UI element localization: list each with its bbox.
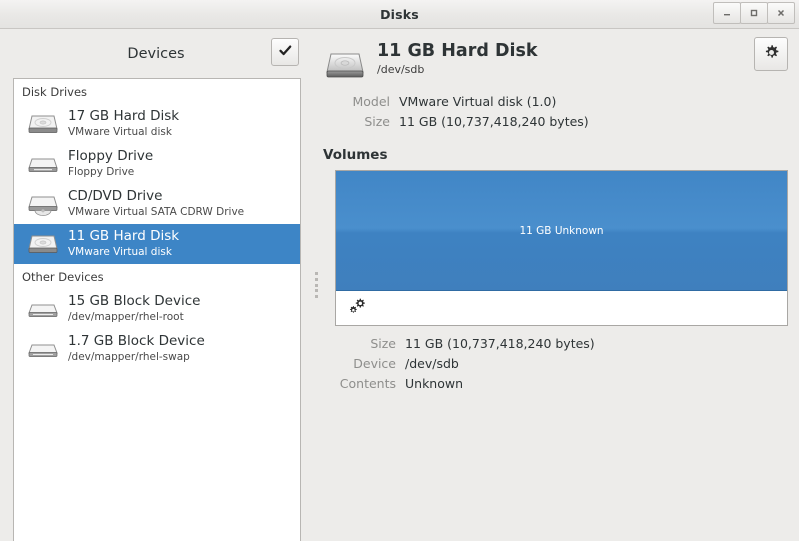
device-item-name: 1.7 GB Block Device [68, 333, 205, 350]
title-bar: Disks [0, 0, 799, 29]
splitter-grip-icon [315, 272, 318, 298]
devices-header: Devices [0, 29, 312, 78]
device-item-text: 15 GB Block Device/dev/mapper/rhel-root [68, 294, 200, 324]
disk-settings-button[interactable] [754, 37, 788, 71]
property-key: Model [352, 94, 390, 109]
device-item-text: Floppy Drive Floppy Drive [68, 149, 153, 179]
device-item-name: 11 GB Hard Disk [68, 228, 180, 245]
property-key: Size [370, 336, 396, 351]
minimize-button[interactable] [713, 2, 741, 24]
property-value: 11 GB (10,737,418,240 bytes) [399, 114, 589, 129]
block-device-icon [26, 335, 60, 363]
maximize-button[interactable] [740, 2, 768, 24]
device-item-text: 17 GB Hard Disk VMware Virtual disk [68, 109, 179, 139]
checkmark-button[interactable] [271, 38, 299, 66]
volume-segment[interactable]: 11 GB Unknown [336, 171, 787, 291]
device-list-item[interactable]: Floppy Drive Floppy Drive [14, 144, 300, 184]
device-list[interactable]: Disk Drives 17 GB Hard Disk VMware Virtual… [13, 78, 301, 541]
device-item-subtitle: VMware Virtual disk [68, 245, 172, 258]
property-row: Size 11 GB (10,737,418,240 bytes) [323, 114, 788, 129]
property-value: Unknown [405, 376, 464, 391]
devices-title: Devices [127, 45, 185, 62]
device-list-item[interactable]: 17 GB Hard Disk VMware Virtual disk [14, 104, 300, 144]
device-group-label: Disk Drives [22, 85, 88, 99]
disk-title: 11 GB Hard Disk [377, 41, 538, 61]
device-group-label: Other Devices [22, 270, 104, 284]
property-key: Size [364, 114, 390, 129]
device-item-subtitle: VMware Virtual SATA CDRW Drive [68, 205, 245, 218]
window-title: Disks [380, 6, 419, 22]
gear-icon [763, 44, 780, 65]
checkmark-icon [278, 43, 293, 62]
window-controls [713, 2, 795, 24]
disk-header-text: 11 GB Hard Disk /dev/sdb [377, 41, 538, 77]
device-item-text: 11 GB Hard Disk VMware Virtual disk [68, 229, 179, 259]
property-key: Contents [339, 376, 396, 391]
disk-properties: Model VMware Virtual disk (1.0) Size 11 GB … [321, 94, 788, 129]
disk-device-path: /dev/sdb [377, 63, 425, 77]
device-item-name: CD/DVD Drive [68, 188, 163, 205]
volume-toolbar [336, 291, 787, 325]
volumes-box: 11 GB Unknown [335, 170, 788, 326]
device-list-item[interactable]: 1.7 GB Block Device/dev/mapper/rhel-swap [14, 329, 300, 369]
property-key: Device [353, 356, 396, 371]
device-item-name: Floppy Drive [68, 148, 154, 165]
device-item-subtitle: VMware Virtual disk [68, 125, 172, 138]
hard-disk-icon [26, 230, 60, 258]
device-item-text: 1.7 GB Block Device/dev/mapper/rhel-swap [68, 334, 205, 364]
device-item-name: 15 GB Block Device [68, 293, 201, 310]
device-item-subtitle: /dev/mapper/rhel-root [68, 310, 184, 323]
device-item-subtitle: /dev/mapper/rhel-swap [68, 350, 190, 363]
device-list-item[interactable]: CD/DVD Drive VMware Virtual SATA CDRW Dri… [14, 184, 300, 224]
device-item-name: 17 GB Hard Disk [68, 108, 180, 125]
device-list-item[interactable]: 11 GB Hard Disk VMware Virtual disk [14, 224, 300, 264]
property-value: 11 GB (10,737,418,240 bytes) [405, 336, 595, 351]
property-value: VMware Virtual disk (1.0) [399, 94, 557, 109]
property-row: Contents Unknown [323, 376, 788, 391]
gears-icon[interactable] [348, 297, 366, 319]
window-body: Devices Disk Drives 17 GB Hard Disk VMware… [0, 29, 799, 541]
pane-splitter[interactable] [312, 29, 321, 541]
block-device-icon [26, 295, 60, 323]
disk-header: 11 GB Hard Disk /dev/sdb [321, 29, 788, 85]
volume-properties: Size 11 GB (10,737,418,240 bytes) Device/d… [321, 336, 788, 391]
volumes-heading: Volumes [323, 147, 388, 163]
device-item-subtitle: Floppy Drive [68, 165, 135, 178]
disk-detail-pane: 11 GB Hard Disk /dev/sdb Model VMware Vir… [321, 29, 799, 541]
disks-application-window: Disks Devices Disk Drives 17 GB Hard Dis… [0, 0, 799, 541]
property-row: Model VMware Virtual disk (1.0) [323, 94, 788, 109]
hard-disk-icon [26, 110, 60, 138]
optical-drive-icon [26, 190, 60, 218]
property-value: /dev/sdb [405, 356, 459, 371]
hard-disk-icon [323, 45, 367, 85]
close-button[interactable] [767, 2, 795, 24]
property-row: Device/dev/sdb [323, 356, 788, 371]
device-list-item[interactable]: 15 GB Block Device/dev/mapper/rhel-root [14, 289, 300, 329]
floppy-drive-icon [26, 150, 60, 178]
devices-pane: Devices Disk Drives 17 GB Hard Disk VMware… [0, 29, 312, 541]
device-item-text: CD/DVD Drive VMware Virtual SATA CDRW Dri… [68, 189, 244, 219]
volume-segment-label: 11 GB Unknown [519, 224, 604, 237]
property-row: Size 11 GB (10,737,418,240 bytes) [323, 336, 788, 351]
